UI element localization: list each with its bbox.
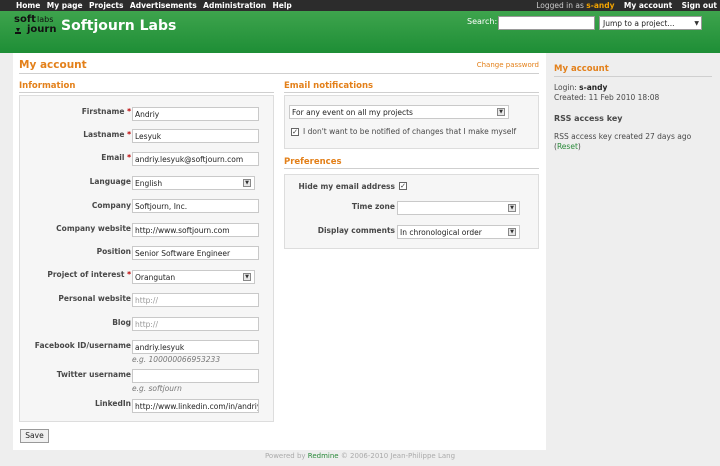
search-label: Search: — [467, 17, 498, 26]
sidebar-login: Login: s-andy — [554, 83, 608, 92]
hide-email-checkbox[interactable]: ✓ — [399, 182, 407, 190]
company-input[interactable]: Softjourn, Inc. — [132, 199, 259, 213]
menu-home-link[interactable]: Home — [16, 1, 40, 10]
language-value: English — [135, 179, 163, 188]
lastname-input[interactable]: Lesyuk — [132, 129, 259, 143]
linkedin-input[interactable]: http://www.linkedin.com/in/andriyk — [132, 399, 259, 413]
menu-help-link[interactable]: Help — [272, 1, 291, 10]
logged-in-as: Logged in as s-andy — [536, 1, 614, 10]
twitter-hint: e.g. softjourn — [132, 384, 182, 393]
facebook-input[interactable]: andriy.lesyuk — [132, 340, 259, 354]
email-notification-select[interactable]: For any event on all my projects ▼ — [289, 105, 509, 119]
personal-website-input[interactable]: http:// — [132, 293, 259, 307]
language-label: Language — [89, 177, 131, 186]
chevron-down-icon: ▼ — [508, 228, 516, 236]
project-of-interest-value: Orangutan — [135, 273, 176, 282]
twitter-input[interactable] — [132, 369, 259, 383]
twitter-label: Twitter username — [56, 370, 131, 379]
change-password-link[interactable]: Change password — [477, 61, 539, 69]
chevron-down-icon: ▼ — [694, 20, 699, 27]
display-comments-select[interactable]: In chronological order ▼ — [397, 225, 520, 239]
my-account-link[interactable]: My account — [624, 1, 672, 10]
firstname-input[interactable]: Andriy — [132, 107, 259, 121]
save-button[interactable]: Save — [20, 429, 49, 443]
sidebar: My account Login: s-andy Created: 11 Feb… — [546, 53, 720, 450]
time-zone-select[interactable]: ▼ — [397, 201, 520, 215]
information-heading: Information — [19, 81, 76, 91]
project-of-interest-select[interactable]: Orangutan ▼ — [132, 270, 255, 284]
preferences-divider — [284, 168, 539, 169]
project-of-interest-label: Project of interest * — [47, 270, 131, 279]
menu-my-page-link[interactable]: My page — [47, 1, 83, 10]
softjourn-logo: soft labs journ — [14, 15, 58, 41]
menu-advertisements-link[interactable]: Advertisements — [130, 1, 197, 10]
sidebar-divider — [554, 76, 712, 77]
sidebar-created: Created: 11 Feb 2010 18:08 — [554, 93, 660, 102]
menu-administration-link[interactable]: Administration — [203, 1, 266, 10]
top-menu-right: Logged in as s-andy My account Sign out — [536, 1, 717, 10]
company-website-label: Company website — [56, 224, 131, 233]
logo-journ-text: journ — [27, 24, 57, 35]
brand-title: Softjourn Labs — [61, 18, 177, 34]
logged-in-prefix: Logged in as — [536, 1, 584, 10]
personal-website-label: Personal website — [58, 294, 131, 303]
logo-mark-icon — [15, 28, 21, 34]
footer: Powered by Redmine © 2006-2010 Jean-Phil… — [0, 452, 720, 466]
top-menu: Home My page Projects Advertisements Adm… — [0, 0, 720, 11]
facebook-hint: e.g. 100000066953233 — [132, 355, 221, 364]
information-divider — [19, 92, 274, 93]
email-notifications-heading: Email notifications — [284, 81, 374, 91]
menu-projects-link[interactable]: Projects — [89, 1, 124, 10]
firstname-label: Firstname * — [81, 107, 131, 116]
title-divider — [19, 73, 539, 74]
blog-label: Blog — [112, 318, 131, 327]
position-label: Position — [96, 247, 131, 256]
facebook-label: Facebook ID/username — [34, 341, 131, 350]
display-comments-label: Display comments — [317, 226, 395, 235]
linkedin-label: LinkedIn — [94, 399, 131, 408]
search-input[interactable] — [498, 16, 595, 30]
sign-out-link[interactable]: Sign out — [682, 1, 717, 10]
blog-input[interactable]: http:// — [132, 317, 259, 331]
position-input[interactable]: Senior Software Engineer — [132, 246, 259, 260]
company-label: Company — [91, 201, 131, 210]
lastname-label: Lastname * — [83, 130, 131, 139]
header: soft labs journ Softjourn Labs Search: J… — [0, 11, 720, 53]
chevron-down-icon: ▼ — [243, 179, 251, 187]
sidebar-rss-text: RSS access key created 27 days ago — [554, 132, 692, 141]
no-self-notified-checkbox[interactable]: ✓ — [291, 128, 299, 136]
email-input[interactable]: andriy.lesyuk@softjourn.com — [132, 152, 259, 166]
display-comments-value: In chronological order — [400, 228, 482, 237]
preferences-heading: Preferences — [284, 157, 342, 167]
time-zone-label: Time zone — [351, 202, 395, 211]
email-notifications-box — [284, 95, 539, 149]
chevron-down-icon: ▼ — [508, 204, 516, 212]
jump-to-project-label: Jump to a project... — [603, 19, 675, 28]
chevron-down-icon: ▼ — [243, 273, 251, 281]
top-menu-left: Home My page Projects Advertisements Adm… — [16, 1, 296, 10]
email-notifications-divider — [284, 92, 539, 93]
reset-rss-key-link[interactable]: Reset — [557, 142, 578, 151]
footer-copyright: © 2006-2010 Jean-Philippe Lang — [340, 452, 456, 460]
email-label: Email * — [101, 153, 131, 162]
footer-powered-by: Powered by — [264, 452, 306, 460]
hide-email-label: Hide my email address — [298, 182, 395, 191]
sidebar-rss-heading: RSS access key — [554, 114, 623, 123]
no-self-notified-label: I don't want to be notified of changes t… — [303, 127, 517, 136]
jump-to-project-select[interactable]: Jump to a project... ▼ — [599, 16, 702, 30]
sidebar-reset: (Reset) — [554, 142, 581, 151]
chevron-down-icon: ▼ — [497, 108, 505, 116]
email-notification-value: For any event on all my projects — [292, 108, 413, 117]
logo-labs-text: labs — [37, 15, 54, 24]
sidebar-my-account-heading: My account — [554, 64, 609, 74]
page-title: My account — [19, 59, 87, 71]
main-content: My account Change password Information F… — [13, 53, 546, 450]
company-website-input[interactable]: http://www.softjourn.com — [132, 223, 259, 237]
language-select[interactable]: English ▼ — [132, 176, 255, 190]
redmine-link[interactable]: Redmine — [308, 452, 339, 460]
logged-in-user[interactable]: s-andy — [586, 1, 614, 10]
